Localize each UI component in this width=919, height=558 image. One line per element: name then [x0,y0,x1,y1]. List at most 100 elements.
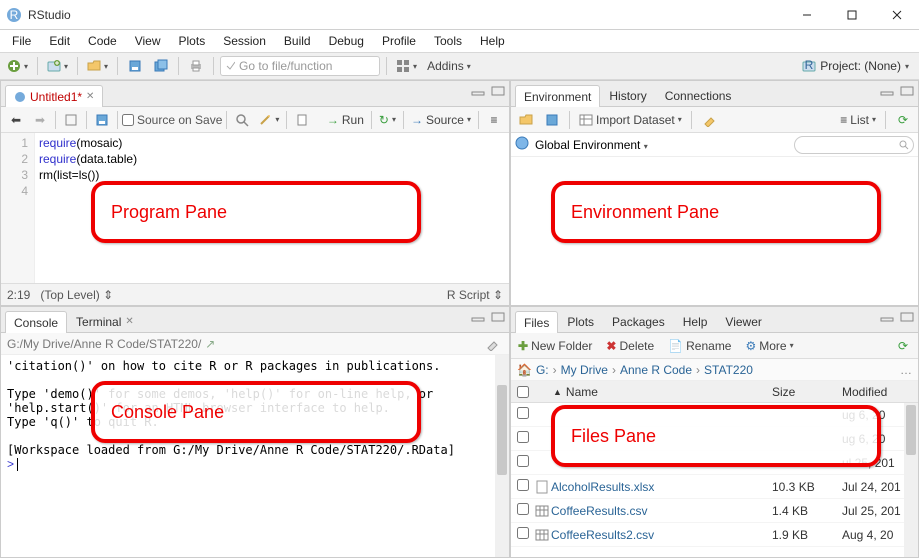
breadcrumb-seg[interactable]: Anne R Code [620,363,692,377]
wand-icon[interactable]: ▾ [255,109,282,131]
pane-minimize-icon[interactable] [471,85,485,99]
scope-indicator[interactable]: (Top Level) [40,288,99,302]
console-path-arrow-icon[interactable]: ↗ [205,337,215,351]
menu-plots[interactable]: Plots [171,32,214,50]
tab-help[interactable]: Help [674,310,717,332]
file-name[interactable]: CoffeeResults2.csv [551,528,772,542]
env-search-input[interactable] [794,136,914,154]
file-name[interactable]: AlcoholResults.xlsx [551,480,772,494]
tab-packages[interactable]: Packages [603,310,674,332]
file-row[interactable]: CoffeeResults2.csv1.9 KBAug 4, 20 [511,523,918,547]
source-on-save-checkbox[interactable]: Source on Save [122,113,222,127]
refresh-icon[interactable]: ⟳ [892,109,914,131]
rerun-icon[interactable]: ↻▾ [376,109,399,131]
file-checkbox[interactable] [517,527,529,539]
menu-profile[interactable]: Profile [374,32,424,50]
source-button[interactable]: →Source ▾ [408,109,474,131]
menu-view[interactable]: View [127,32,169,50]
list-view-button[interactable]: ≡ List ▾ [837,109,879,131]
goto-file-placeholder: Go to file/function [239,59,332,73]
pane-maximize-icon[interactable] [900,311,914,325]
tab-plots[interactable]: Plots [558,310,603,332]
menu-file[interactable]: File [4,32,39,50]
new-folder-button[interactable]: ✚New Folder [515,335,595,357]
forward-icon[interactable]: ➡ [29,109,51,131]
refresh-icon[interactable]: ⟳ [892,335,914,357]
maximize-button[interactable] [829,0,874,30]
file-size: 1.4 KB [772,504,842,518]
open-file-button[interactable]: ▾ [84,55,111,77]
save-all-button[interactable] [150,55,172,77]
tab-files[interactable]: Files [515,311,558,333]
file-row[interactable]: CoffeeResults.csv1.4 KBJul 25, 201 [511,499,918,523]
new-project-button[interactable]: ▾ [44,55,71,77]
file-checkbox[interactable] [517,479,529,491]
tab-connections[interactable]: Connections [656,84,741,106]
outline-icon[interactable]: ≡ [483,109,505,131]
menu-tools[interactable]: Tools [426,32,470,50]
run-button[interactable]: →Run [324,109,367,131]
file-name[interactable]: CoffeeResults.csv [551,504,772,518]
find-icon[interactable] [231,109,253,131]
close-button[interactable] [874,0,919,30]
home-icon[interactable]: 🏠 [517,363,532,377]
language-indicator[interactable]: R Script [447,288,490,302]
clear-console-icon[interactable] [481,333,503,355]
new-file-button[interactable]: ▾ [4,55,31,77]
source-tab-untitled1[interactable]: Untitled1* ✕ [5,85,103,107]
save-button[interactable] [124,55,146,77]
console-scrollbar[interactable] [495,355,509,557]
menu-session[interactable]: Session [215,32,274,50]
tab-close-icon[interactable]: ✕ [125,316,133,327]
save-workspace-icon[interactable] [541,109,563,131]
select-all-checkbox[interactable] [517,386,529,398]
tab-terminal[interactable]: Terminal✕ [67,310,143,332]
addins-button[interactable]: Addins ▾ [424,55,474,77]
file-checkbox[interactable] [517,431,529,443]
pane-minimize-icon[interactable] [880,311,894,325]
file-checkbox[interactable] [517,503,529,515]
load-workspace-icon[interactable] [515,109,537,131]
compile-report-icon[interactable] [291,109,313,131]
pane-maximize-icon[interactable] [900,85,914,99]
import-dataset-button[interactable]: Import Dataset ▾ [576,109,685,131]
col-modified[interactable]: Modified [842,385,912,399]
menu-build[interactable]: Build [276,32,319,50]
col-size[interactable]: Size [772,385,842,399]
rename-button[interactable]: 📄Rename [665,335,734,357]
clear-workspace-icon[interactable] [698,109,720,131]
breadcrumb-more-icon[interactable]: … [900,363,912,377]
tab-console[interactable]: Console [5,311,67,333]
file-checkbox[interactable] [517,407,529,419]
file-checkbox[interactable] [517,455,529,467]
back-icon[interactable]: ⬅ [5,109,27,131]
menu-debug[interactable]: Debug [321,32,372,50]
project-menu[interactable]: RProject: (None) ▾ [796,59,915,73]
breadcrumb-seg[interactable]: G: [536,363,549,377]
env-scope-select[interactable]: Global Environment ▾ [535,138,648,152]
tab-close-icon[interactable]: ✕ [86,91,94,102]
more-button[interactable]: ⚙More ▾ [742,335,796,357]
pane-maximize-icon[interactable] [491,311,505,325]
save-icon[interactable] [91,109,113,131]
breadcrumb-seg[interactable]: STAT220 [704,363,753,377]
minimize-button[interactable] [784,0,829,30]
pane-minimize-icon[interactable] [471,311,485,325]
menu-help[interactable]: Help [472,32,513,50]
delete-button[interactable]: ✖Delete [603,335,657,357]
pane-minimize-icon[interactable] [880,85,894,99]
menu-code[interactable]: Code [80,32,125,50]
grid-button[interactable]: ▾ [393,55,420,77]
show-in-new-window-icon[interactable] [60,109,82,131]
tab-viewer[interactable]: Viewer [716,310,770,332]
tab-history[interactable]: History [600,84,655,106]
tab-environment[interactable]: Environment [515,85,600,107]
goto-file-input[interactable]: Go to file/function [220,56,380,76]
files-scrollbar[interactable] [904,403,918,557]
file-row[interactable]: AlcoholResults.xlsx10.3 KBJul 24, 201 [511,475,918,499]
col-name[interactable]: ▲Name [529,385,772,399]
breadcrumb-seg[interactable]: My Drive [561,363,608,377]
print-button[interactable] [185,55,207,77]
menu-edit[interactable]: Edit [41,32,78,50]
pane-maximize-icon[interactable] [491,85,505,99]
